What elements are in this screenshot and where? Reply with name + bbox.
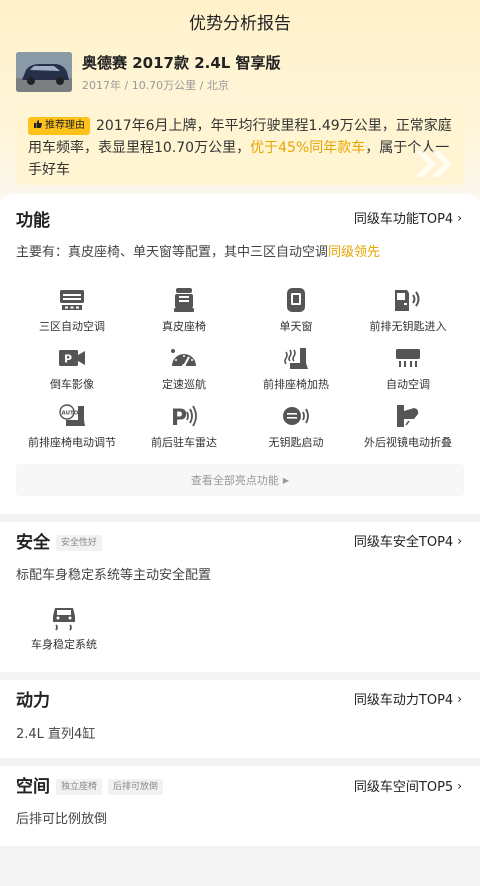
feature-item[interactable]: 前排无钥匙进入 <box>352 286 464 344</box>
space-summary: 后排可比例放倒 <box>16 812 108 827</box>
features-grid: 三区自动空调 真皮座椅 单天窗 前排无钥匙进入 P 倒车影像 定速巡航 前排座椅… <box>16 286 464 460</box>
power-rank-label: 同级车动力TOP4 <box>353 693 454 708</box>
sunroof-icon <box>281 286 311 314</box>
features-title: 功能 <box>16 211 50 231</box>
power-seat-icon: AUTO <box>57 402 87 430</box>
power-rank-link[interactable]: 同级车动力TOP4 › <box>353 689 462 709</box>
safety-title-text: 安全 <box>16 533 50 553</box>
feature-label: 真皮座椅 <box>162 320 206 333</box>
power-summary: 2.4L 直列4缸 <box>16 727 96 742</box>
car-meta: 2017年 / 10.70万公里 / 北京 <box>82 79 229 92</box>
reverse-camera-icon: P <box>57 344 87 372</box>
feature-item[interactable]: 单天窗 <box>240 286 352 344</box>
space-chip: 后排可放倒 <box>108 779 164 795</box>
section-divider <box>0 672 480 680</box>
recommend-tag-label: 推荐理由 <box>45 120 85 131</box>
recommend-tag: 推荐理由 <box>28 117 90 135</box>
feature-item[interactable]: 前排座椅加热 <box>240 344 352 402</box>
feature-label: 前后驻车雷达 <box>151 436 217 449</box>
parking-radar-icon: P <box>169 402 199 430</box>
feature-label: 定速巡航 <box>162 378 206 391</box>
feature-label: 倒车影像 <box>50 378 94 391</box>
feature-label: 三区自动空调 <box>39 320 105 333</box>
cruise-control-icon <box>169 344 199 372</box>
car-header: 奥德赛 2017款 2.4L 智享版 2017年 / 10.70万公里 / 北京 <box>16 52 281 93</box>
seat-heating-icon <box>281 344 311 372</box>
section-divider <box>0 514 480 522</box>
feature-item[interactable]: 定速巡航 <box>128 344 240 402</box>
features-summary: 主要有：真皮座椅、单天窗等配置，其中三区自动空调同级领先 <box>16 241 380 260</box>
feature-label: 无钥匙启动 <box>268 436 324 449</box>
keyless-start-icon <box>281 402 311 430</box>
space-rank-link[interactable]: 同级车空间TOP5 › <box>353 776 462 796</box>
keyless-entry-icon <box>393 286 423 314</box>
svg-text:P: P <box>171 406 187 429</box>
view-all-features-button[interactable]: 查看全部亮点功能 ▶ <box>16 464 464 496</box>
recommend-reason: 推荐理由 2017年6月上牌，年平均行驶里程1.49万公里，正常家庭用车频率，表显… <box>16 105 464 185</box>
feature-item[interactable]: 真皮座椅 <box>128 286 240 344</box>
feature-label: 自动空调 <box>386 378 430 391</box>
mirror-fold-icon <box>393 402 423 430</box>
space-rank-label: 同级车空间TOP5 <box>353 780 454 795</box>
car-thumbnail <box>16 52 72 92</box>
chevron-right-icon: › <box>457 691 462 706</box>
features-rank-link[interactable]: 同级车功能TOP4 › <box>353 208 462 228</box>
page-title-text: 优势分析报告 <box>189 13 291 34</box>
safety-title: 安全 安全性好 <box>16 528 103 553</box>
decorative-chevron-icon <box>416 151 452 177</box>
thumbs-up-icon <box>34 120 43 128</box>
page-title: 优势分析报告 <box>0 0 480 42</box>
safety-item[interactable]: 车身稳定系统 <box>16 604 112 652</box>
features-summary-highlight: 同级领先 <box>328 245 381 260</box>
feature-label: 前排座椅加热 <box>263 378 329 391</box>
space-title-text: 空间 <box>16 777 50 797</box>
safety-chip: 安全性好 <box>56 535 103 551</box>
space-title: 空间 独立座椅 后排可放倒 <box>16 772 164 797</box>
chevron-right-icon: › <box>457 533 462 548</box>
safety-summary: 标配车身稳定系统等主动安全配置 <box>16 568 212 583</box>
svg-text:P: P <box>64 353 72 366</box>
feature-item[interactable]: 自动空调 <box>352 344 464 402</box>
features-summary-text: 主要有：真皮座椅、单天窗等配置，其中三区自动空调 <box>16 245 329 260</box>
view-all-label: 查看全部亮点功能 <box>190 474 279 487</box>
power-title: 动力 <box>16 691 50 711</box>
power-section: 动力 同级车动力TOP4 › 2.4L 直列4缸 <box>0 680 480 758</box>
feature-label: 前排座椅电动调节 <box>28 436 116 449</box>
safety-section: 安全 安全性好 同级车安全TOP4 › 标配车身稳定系统等主动安全配置 车身稳定系统 <box>0 522 480 672</box>
triangle-right-icon: ▶ <box>282 475 290 485</box>
feature-item[interactable]: P 前后驻车雷达 <box>128 402 240 460</box>
stability-control-icon <box>49 604 79 632</box>
feature-item[interactable]: P 倒车影像 <box>16 344 128 402</box>
safety-item-label: 车身稳定系统 <box>31 638 97 651</box>
feature-item[interactable]: 三区自动空调 <box>16 286 128 344</box>
reason-highlight: 优于45%同年款车 <box>250 140 366 156</box>
features-rank-label: 同级车功能TOP4 <box>353 212 454 227</box>
feature-item[interactable]: AUTO 前排座椅电动调节 <box>16 402 128 460</box>
space-section: 空间 独立座椅 后排可放倒 同级车空间TOP5 › 后排可比例放倒 <box>0 766 480 846</box>
feature-item[interactable]: 无钥匙启动 <box>240 402 352 460</box>
seat-icon <box>169 286 199 314</box>
feature-label: 单天窗 <box>279 320 313 333</box>
auto-ac-icon <box>393 344 423 372</box>
safety-rank-link[interactable]: 同级车安全TOP4 › <box>353 531 462 551</box>
safety-rank-label: 同级车安全TOP4 <box>353 535 454 550</box>
feature-label: 外后视镜电动折叠 <box>364 436 452 449</box>
feature-label: 前排无钥匙进入 <box>369 320 447 333</box>
section-divider <box>0 758 480 766</box>
ac-panel-icon <box>57 286 87 314</box>
feature-item[interactable]: 外后视镜电动折叠 <box>352 402 464 460</box>
chevron-right-icon: › <box>457 210 462 225</box>
space-chip: 独立座椅 <box>56 779 103 795</box>
svg-text:AUTO: AUTO <box>62 411 79 417</box>
car-name: 奥德赛 2017款 2.4L 智享版 <box>82 54 281 72</box>
chevron-right-icon: › <box>457 778 462 793</box>
